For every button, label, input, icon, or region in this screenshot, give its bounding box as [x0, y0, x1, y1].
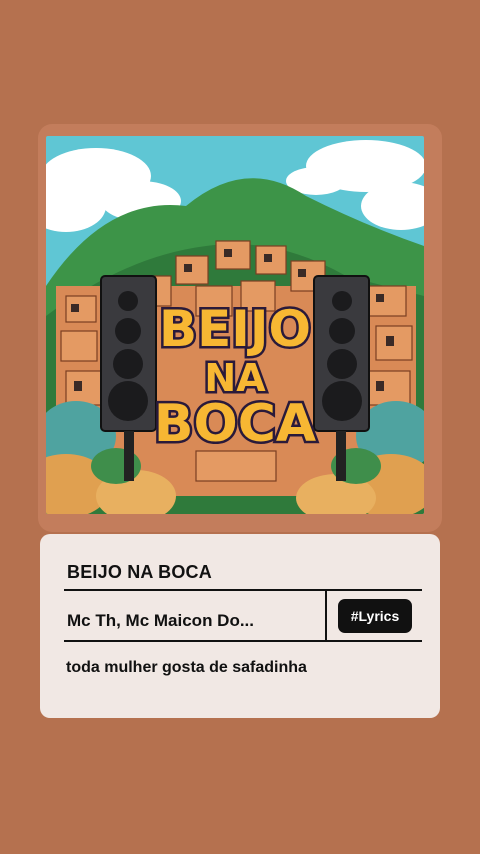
artist-name: Mc Th, Mc Maicon Do... [67, 611, 255, 630]
song-info-card: BEIJO NA BOCA Mc Th, Mc Maicon Do... #Ly… [40, 534, 440, 718]
album-art-frame: BEIJO NA BOCA [38, 124, 442, 532]
cover-word-1: BEIJO [159, 300, 311, 358]
divider-top [64, 589, 422, 591]
divider-vertical [325, 589, 327, 642]
album-cover[interactable]: BEIJO NA BOCA [46, 136, 424, 514]
song-title: BEIJO NA BOCA [67, 562, 212, 582]
album-cover-illustration: BEIJO NA BOCA [46, 136, 424, 514]
lyrics-button[interactable]: #Lyrics [338, 599, 412, 633]
divider-bottom [64, 640, 422, 642]
cover-word-3: BOCA [154, 394, 316, 454]
lyric-line: toda mulher gosta de safadinha [66, 659, 307, 676]
